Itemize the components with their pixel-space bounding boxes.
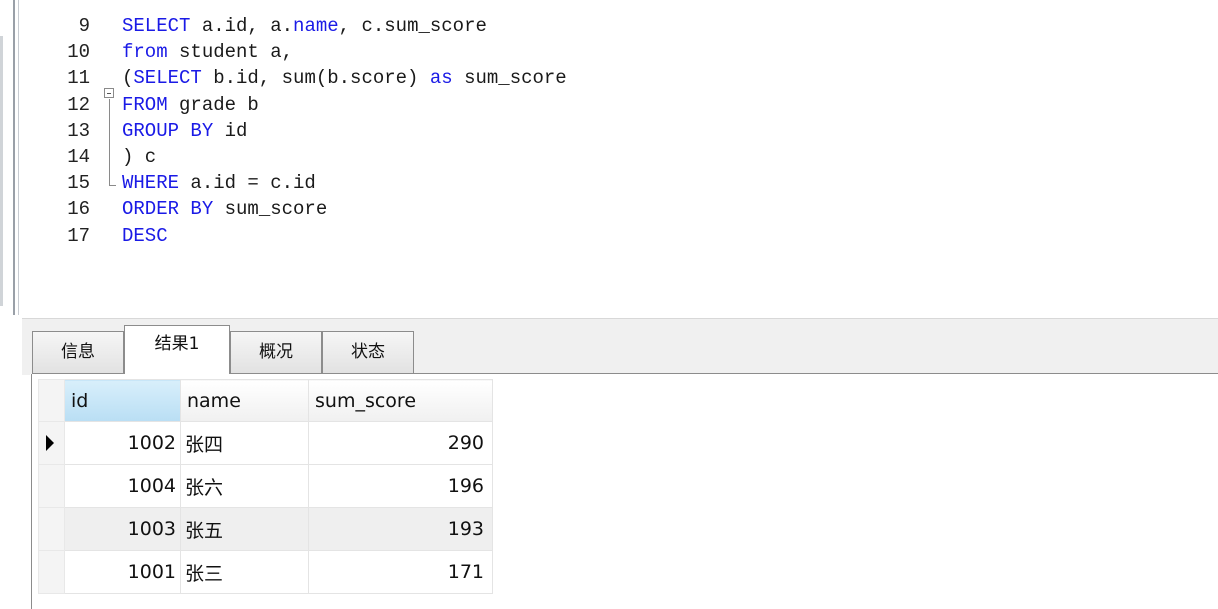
row-indicator[interactable] <box>38 550 65 594</box>
result-grid[interactable]: id name sum_score 1002 张四 290 1004 张六 19… <box>38 379 493 594</box>
cell-sum-score[interactable]: 290 <box>308 421 493 465</box>
sql-text: ) c <box>122 146 157 168</box>
row-indicator[interactable] <box>38 421 65 465</box>
current-row-pointer-icon <box>46 435 54 451</box>
code-text[interactable]: WHERE a.id = c.id <box>122 170 316 196</box>
fold-guide-line <box>109 99 110 185</box>
cell-id[interactable]: 1002 <box>64 421 181 465</box>
tab-result1[interactable]: 结果1 <box>124 325 230 374</box>
line-number: 16 <box>67 198 90 221</box>
sql-text: id <box>213 119 248 142</box>
sql-editor[interactable]: 9 SELECT a.id, a.name, c.sum_score 10 from … <box>22 0 1218 316</box>
code-text[interactable]: FROM grade b <box>122 92 259 118</box>
sql-text: a.id, a. <box>190 15 294 37</box>
sql-keyword: ORDER BY <box>122 198 214 221</box>
sql-text: sum_score <box>452 67 567 90</box>
tab-status[interactable]: 状态 <box>322 331 414 373</box>
cell-id[interactable]: 1004 <box>64 464 181 508</box>
line-number: 10 <box>67 41 90 64</box>
row-indicator[interactable] <box>38 464 65 508</box>
line-number: 14 <box>67 146 90 168</box>
line-number: 15 <box>67 172 90 195</box>
sql-keyword: from <box>122 41 168 64</box>
column-header-sum-score[interactable]: sum_score <box>308 379 493 422</box>
fold-end-marker <box>109 185 116 186</box>
cell-name[interactable]: 张五 <box>180 507 309 551</box>
line-number: 13 <box>67 119 90 142</box>
code-text[interactable]: DESC <box>122 223 168 249</box>
sql-text: ( <box>122 67 134 90</box>
sql-keyword: as <box>429 67 453 90</box>
cell-name[interactable]: 张三 <box>180 550 309 594</box>
code-text[interactable]: GROUP BY id <box>122 118 247 144</box>
sql-text: b.id, sum(b.score) <box>201 67 430 90</box>
code-text[interactable]: (SELECT b.id, sum(b.score) as sum_score <box>122 65 567 91</box>
line-number: 17 <box>67 224 90 247</box>
cell-sum-score[interactable]: 171 <box>308 550 493 594</box>
line-number: 9 <box>78 15 90 37</box>
cell-id[interactable]: 1001 <box>64 550 181 594</box>
sql-keyword: DESC <box>122 224 168 247</box>
window-left-edge <box>0 0 19 609</box>
table-row[interactable]: 1002 张四 290 <box>38 421 493 465</box>
code-text[interactable]: ORDER BY sum_score <box>122 196 327 222</box>
grid-header-row: id name sum_score <box>38 379 493 422</box>
row-indicator[interactable] <box>38 507 65 551</box>
sql-text: , c.sum_score <box>338 15 487 37</box>
sql-keyword: name <box>293 15 339 37</box>
table-row[interactable]: 1001 张三 171 <box>38 550 493 594</box>
cell-name[interactable]: 张四 <box>180 421 309 465</box>
cell-id[interactable]: 1003 <box>64 507 181 551</box>
row-indicator-header <box>38 379 65 422</box>
cell-name[interactable]: 张六 <box>180 464 309 508</box>
sql-text: sum_score <box>213 198 328 221</box>
code-text[interactable]: ) c <box>122 144 156 170</box>
sql-keyword: WHERE <box>122 172 180 195</box>
column-header-name[interactable]: name <box>180 379 309 422</box>
cell-sum-score[interactable]: 196 <box>308 464 493 508</box>
line-number: 11 <box>67 67 90 90</box>
fold-collapse-icon[interactable] <box>104 88 114 98</box>
sql-keyword: SELECT <box>133 67 202 90</box>
sql-keyword: FROM <box>122 93 168 116</box>
sql-keyword: SELECT <box>122 15 191 37</box>
sql-text: student a, <box>167 41 294 64</box>
edge-line <box>18 0 19 315</box>
table-row[interactable]: 1004 张六 196 <box>38 464 493 508</box>
sql-keyword: GROUP BY <box>122 119 214 142</box>
column-header-id[interactable]: id <box>64 379 181 422</box>
grid-left-border <box>31 374 32 609</box>
table-row[interactable]: 1003 张五 193 <box>38 507 493 551</box>
code-text[interactable]: SELECT a.id, a.name, c.sum_score <box>122 13 487 39</box>
editor-scroll-marker <box>0 36 3 306</box>
sql-text: grade b <box>167 93 259 116</box>
tab-profile[interactable]: 概况 <box>230 331 322 373</box>
line-number: 12 <box>67 93 90 116</box>
edge-line <box>13 0 15 315</box>
code-text[interactable]: from student a, <box>122 39 293 65</box>
cell-sum-score[interactable]: 193 <box>308 507 493 551</box>
tab-info[interactable]: 信息 <box>32 331 124 373</box>
result-tab-bar: 信息 结果1 概况 状态 <box>22 318 1218 375</box>
sql-text: a.id = c.id <box>179 172 316 195</box>
